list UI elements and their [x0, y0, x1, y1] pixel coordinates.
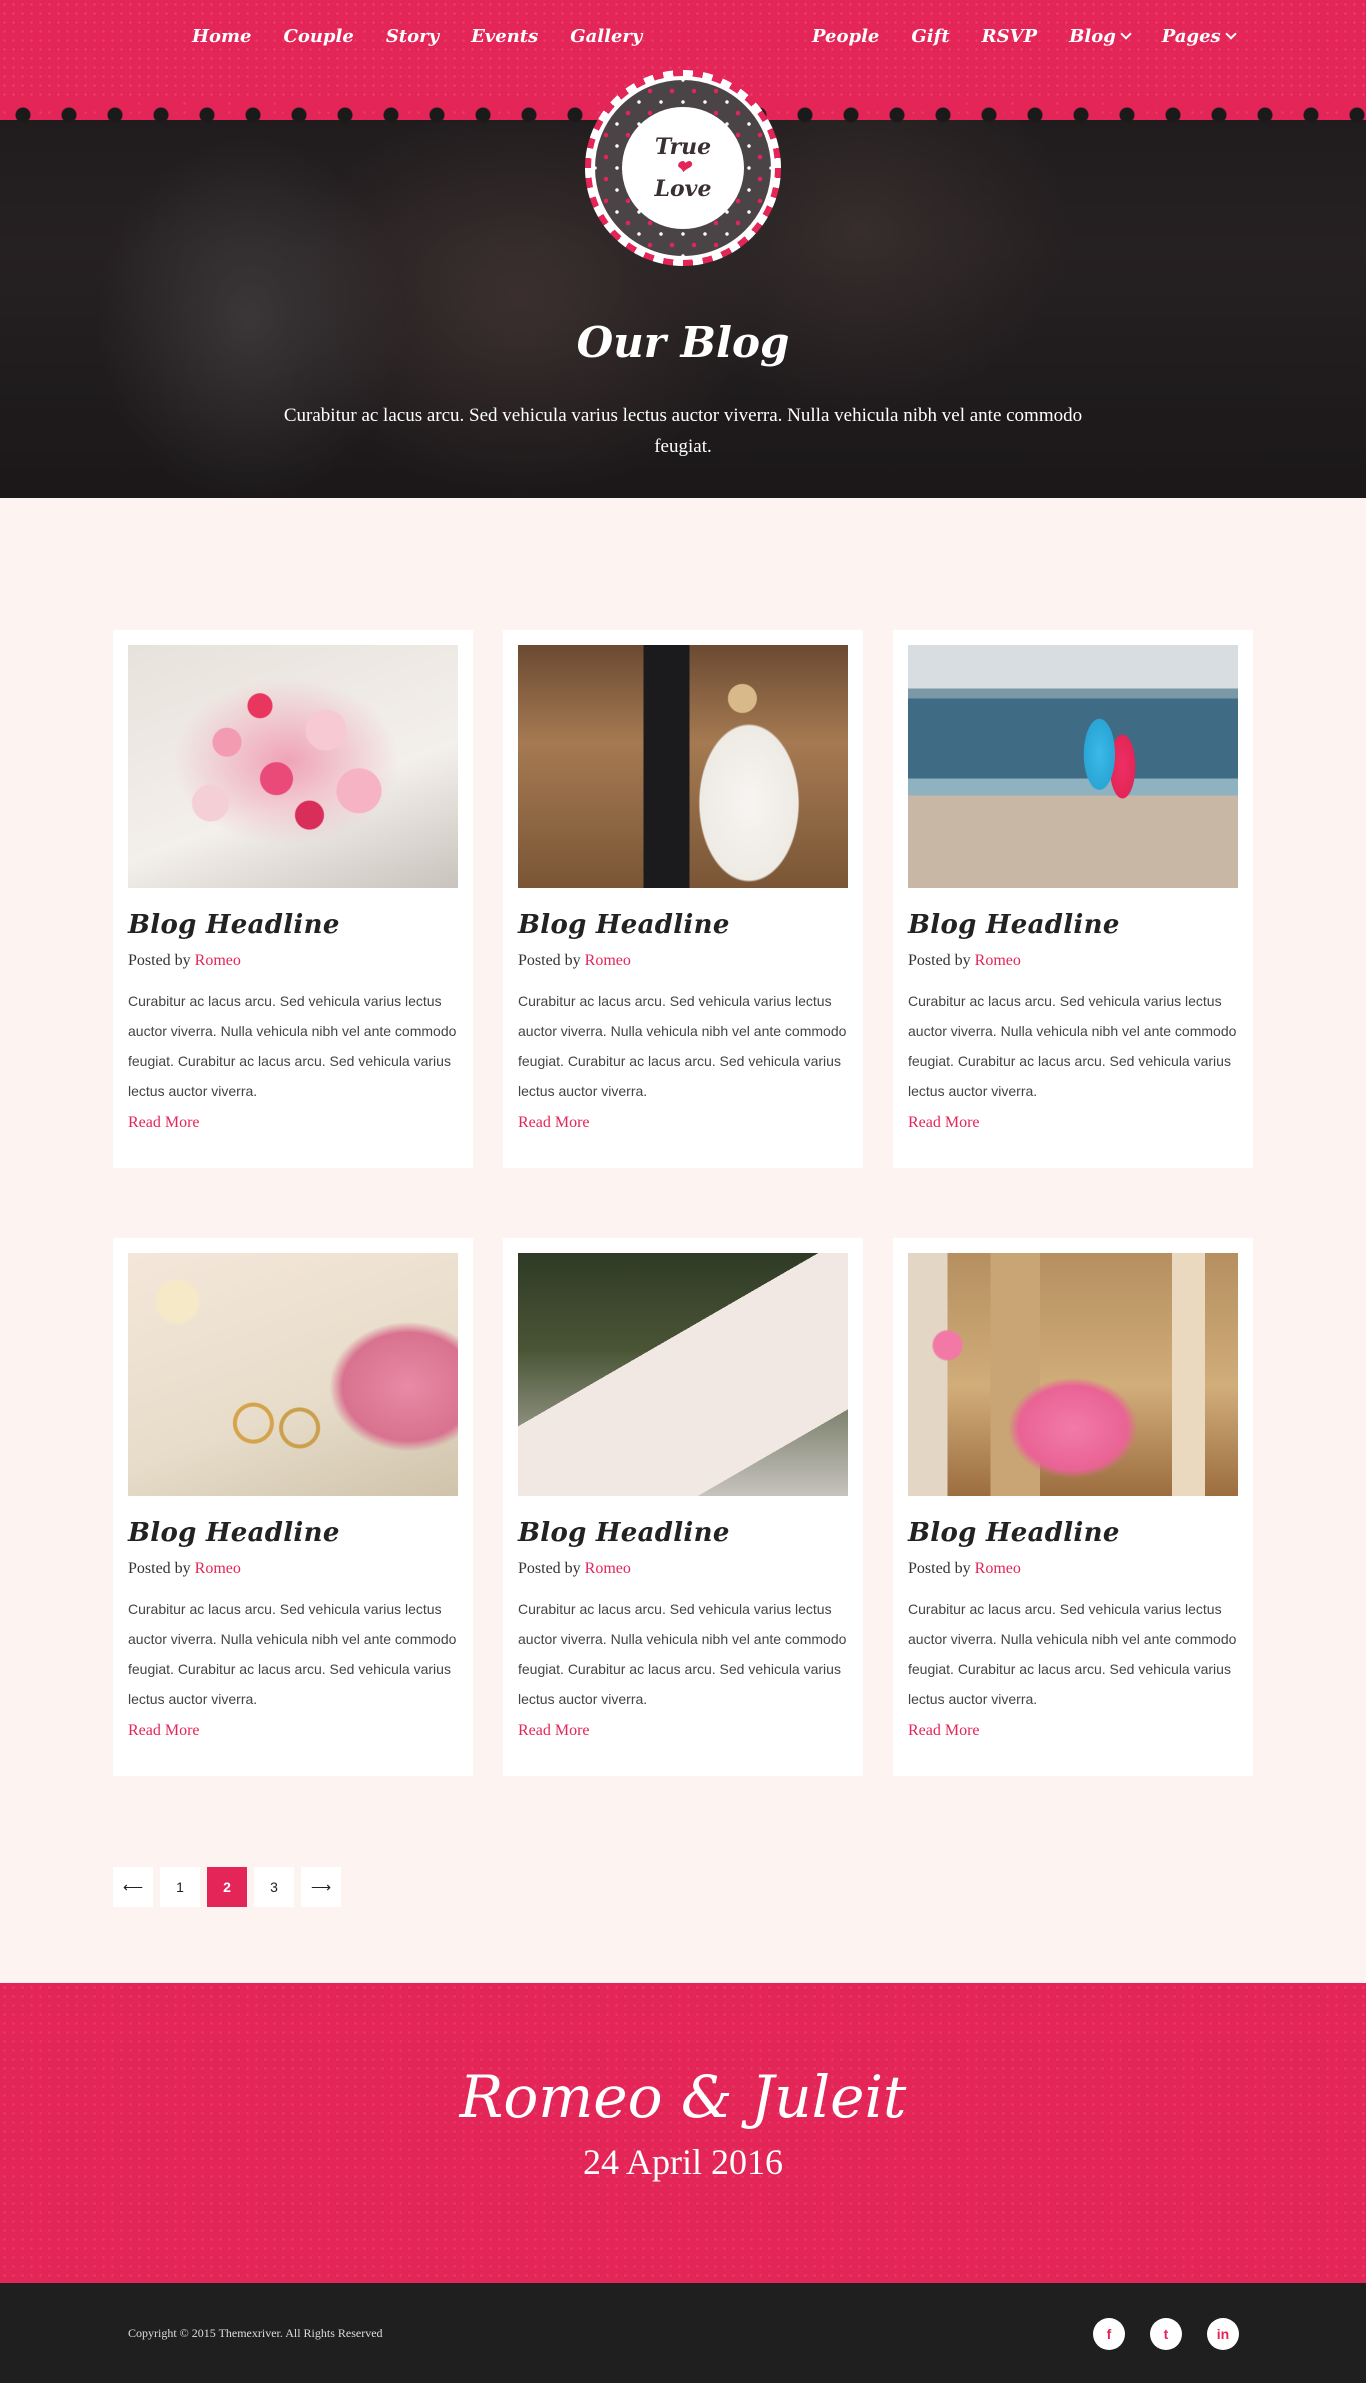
page-2-button[interactable]: 2 — [207, 1867, 247, 1907]
heart-icon: ❤ — [675, 157, 691, 178]
post-meta: Posted by Romeo — [518, 1560, 848, 1578]
logo-badge: True ❤ Love — [622, 107, 744, 229]
posted-by-label: Posted by — [908, 1560, 971, 1577]
social-links: f t in — [1093, 2318, 1264, 2350]
post-excerpt: Curabitur ac lacus arcu. Sed vehicula va… — [518, 993, 847, 1099]
post-excerpt: Curabitur ac lacus arcu. Sed vehicula va… — [908, 993, 1237, 1099]
next-page-button[interactable]: ⟶ — [301, 1867, 341, 1907]
nav-pages-label: Pages — [1161, 26, 1221, 47]
post-excerpt: Curabitur ac lacus arcu. Sed vehicula va… — [518, 1601, 847, 1707]
post-excerpt: Curabitur ac lacus arcu. Sed vehicula va… — [128, 993, 457, 1099]
nav-rsvp[interactable]: RSVP — [982, 26, 1037, 47]
chevron-down-icon — [1225, 28, 1237, 40]
nav-left: Home Couple Story Events Gallery — [192, 26, 674, 47]
logo-ring: True ❤ Love — [591, 76, 775, 260]
author-link[interactable]: Romeo — [975, 952, 1021, 969]
blog-thumbnail-bouquet[interactable] — [128, 645, 458, 888]
post-meta: Posted by Romeo — [128, 952, 458, 970]
couple-banner: Romeo & Juleit 24 April 2016 — [0, 1983, 1366, 2283]
nav-couple[interactable]: Couple — [284, 26, 354, 47]
read-more-link[interactable]: Read More — [128, 1722, 200, 1740]
page-1-button[interactable]: 1 — [160, 1867, 200, 1907]
page-title: Our Blog — [576, 318, 790, 367]
blog-headline[interactable]: Blog Headline — [908, 1518, 1238, 1548]
post-meta: Posted by Romeo — [908, 1560, 1238, 1578]
blog-card: Blog Headline Posted by Romeo Curabitur … — [113, 630, 473, 1168]
blog-headline[interactable]: Blog Headline — [908, 910, 1238, 940]
logo-text-love: Love — [654, 176, 712, 202]
blog-headline[interactable]: Blog Headline — [128, 1518, 458, 1548]
pagination: ⟵ 1 2 3 ⟶ — [113, 1867, 348, 1907]
author-link[interactable]: Romeo — [585, 952, 631, 969]
blog-headline[interactable]: Blog Headline — [128, 910, 458, 940]
hero-subtitle: Curabitur ac lacus arcu. Sed vehicula va… — [283, 405, 1083, 457]
author-link[interactable]: Romeo — [585, 1560, 631, 1577]
blog-grid: Blog Headline Posted by Romeo Curabitur … — [113, 630, 1253, 1776]
couple-names: Romeo & Juleit — [459, 2063, 907, 2131]
post-meta: Posted by Romeo — [128, 1560, 458, 1578]
blog-card: Blog Headline Posted by Romeo Curabitur … — [503, 630, 863, 1168]
nav-story[interactable]: Story — [386, 26, 439, 47]
nav-right: People Gift RSVP Blog Pages — [812, 26, 1267, 47]
site-logo[interactable]: True ❤ Love — [585, 70, 781, 266]
nav-gift[interactable]: Gift — [911, 26, 949, 47]
twitter-icon[interactable]: t — [1150, 2318, 1182, 2350]
read-more-link[interactable]: Read More — [908, 1722, 980, 1740]
blog-thumbnail-dress[interactable] — [908, 1253, 1238, 1496]
read-more-link[interactable]: Read More — [128, 1114, 200, 1132]
post-excerpt: Curabitur ac lacus arcu. Sed vehicula va… — [908, 1601, 1237, 1707]
blog-card: Blog Headline Posted by Romeo Curabitur … — [893, 1238, 1253, 1776]
author-link[interactable]: Romeo — [195, 952, 241, 969]
posted-by-label: Posted by — [128, 952, 191, 969]
posted-by-label: Posted by — [518, 952, 581, 969]
nav-home[interactable]: Home — [192, 26, 252, 47]
post-meta: Posted by Romeo — [518, 952, 848, 970]
blog-card: Blog Headline Posted by Romeo Curabitur … — [503, 1238, 863, 1776]
blog-card: Blog Headline Posted by Romeo Curabitur … — [113, 1238, 473, 1776]
blog-thumbnail-rings[interactable] — [128, 1253, 458, 1496]
posted-by-label: Posted by — [128, 1560, 191, 1577]
posted-by-label: Posted by — [518, 1560, 581, 1577]
page-3-button[interactable]: 3 — [254, 1867, 294, 1907]
author-link[interactable]: Romeo — [975, 1560, 1021, 1577]
wedding-date: 24 April 2016 — [582, 2142, 783, 2182]
blog-thumbnail-welcome-card[interactable] — [518, 1253, 848, 1496]
post-excerpt: Curabitur ac lacus arcu. Sed vehicula va… — [128, 1601, 457, 1707]
linkedin-icon[interactable]: in — [1207, 2318, 1239, 2350]
blog-thumbnail-beach[interactable] — [908, 645, 1238, 888]
nav-people[interactable]: People — [812, 26, 879, 47]
copyright-text: Copyright © 2015 Themexriver. All Rights… — [128, 2326, 383, 2340]
blog-card: Blog Headline Posted by Romeo Curabitur … — [893, 630, 1253, 1168]
prev-page-button[interactable]: ⟵ — [113, 1867, 153, 1907]
read-more-link[interactable]: Read More — [908, 1114, 980, 1132]
posted-by-label: Posted by — [908, 952, 971, 969]
nav-blog-label: Blog — [1069, 26, 1116, 47]
post-meta: Posted by Romeo — [908, 952, 1238, 970]
nav-events[interactable]: Events — [471, 26, 538, 47]
logo-text-true: True — [654, 134, 712, 160]
author-link[interactable]: Romeo — [195, 1560, 241, 1577]
facebook-icon[interactable]: f — [1093, 2318, 1125, 2350]
footer: Copyright © 2015 Themexriver. All Rights… — [0, 2283, 1366, 2383]
read-more-link[interactable]: Read More — [518, 1722, 590, 1740]
nav-pages[interactable]: Pages — [1161, 26, 1237, 47]
nav-blog[interactable]: Blog — [1069, 26, 1132, 47]
chevron-down-icon — [1120, 28, 1132, 40]
nav-gallery[interactable]: Gallery — [570, 26, 642, 47]
blog-headline[interactable]: Blog Headline — [518, 910, 848, 940]
blog-headline[interactable]: Blog Headline — [518, 1518, 848, 1548]
blog-thumbnail-couple[interactable] — [518, 645, 848, 888]
read-more-link[interactable]: Read More — [518, 1114, 590, 1132]
